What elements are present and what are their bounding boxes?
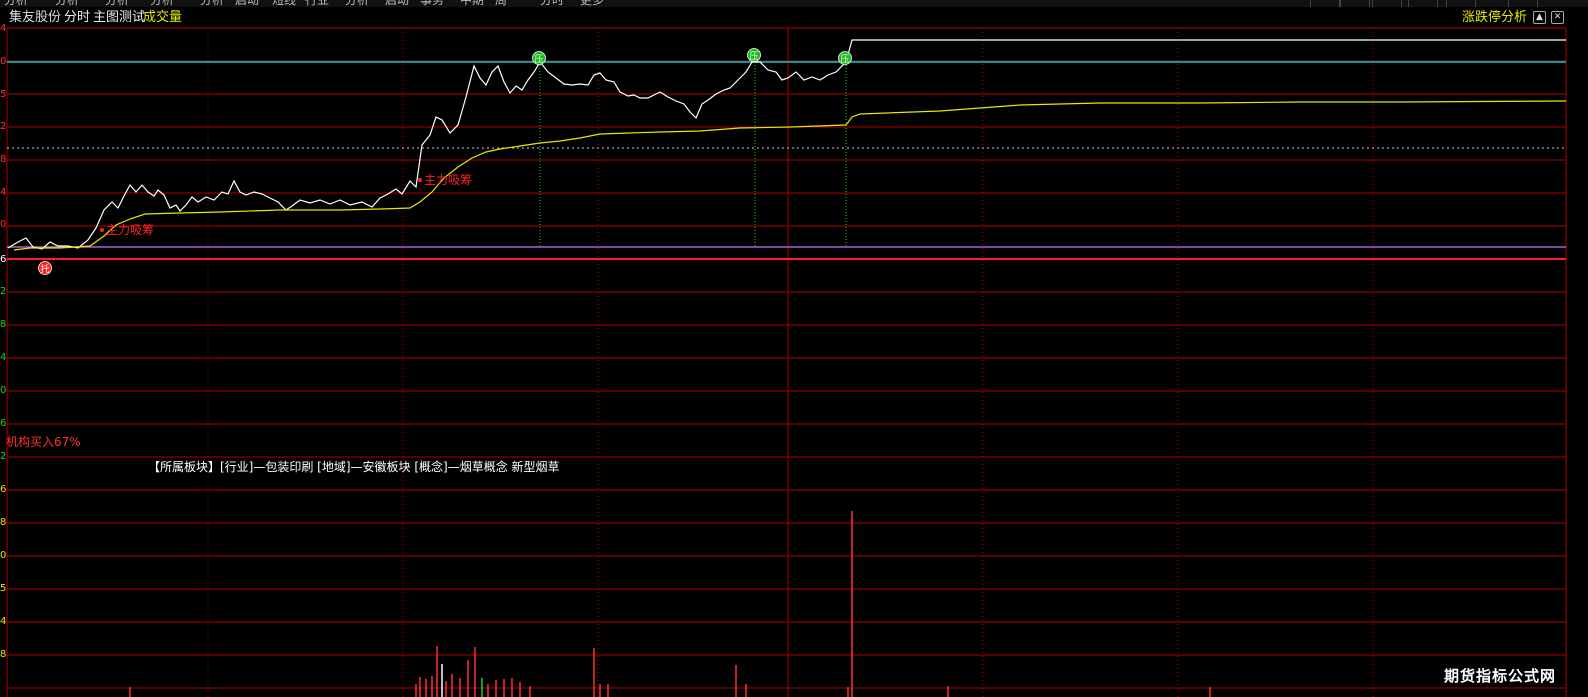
price-axis-label: 5 (0, 89, 7, 100)
lower-axis-label: 4 (0, 616, 7, 627)
price-axis-label: 4 (0, 23, 7, 34)
intraday-chart[interactable]: 压压压托主力吸筹主力吸筹 (0, 0, 1588, 697)
lower-axis-label: 5 (0, 583, 7, 594)
lower-axis-label: 0 (0, 550, 7, 561)
price-axis-label: 6 (0, 254, 7, 265)
price-axis-label: 8 (0, 154, 7, 165)
buy-signal-dot (418, 178, 422, 182)
lower-axis-label: 8 (0, 517, 7, 528)
lower-axis-label: 6 (0, 418, 7, 429)
price-axis-label: 4 (0, 187, 7, 198)
price-axis-label: 0 (0, 56, 7, 67)
lower-axis-label: 8 (0, 649, 7, 660)
buy-signal-label: 主力吸筹 (424, 173, 472, 187)
lower-axis-label: 2 (0, 451, 7, 462)
price-line (7, 39, 1566, 250)
sell-signal-marker-text: 压 (534, 54, 543, 65)
sell-signal-marker-text: 压 (840, 54, 849, 65)
lower-axis-label: 0 (0, 385, 7, 396)
lower-axis-label: 6 (0, 484, 7, 495)
lower-axis-label: 2 (0, 286, 7, 297)
lower-axis-label: 4 (0, 352, 7, 363)
watermark: 期货指标公式网 (1444, 667, 1557, 685)
institution-flow-label: 机构买入67% (6, 435, 81, 449)
buy-signal-marker-text: 托 (40, 263, 49, 275)
sector-info: 【所属板块】[行业]—包装印刷 [地域]—安徽板块 [概念]—烟草概念 新型烟草 (148, 460, 560, 474)
price-axis-label: 2 (0, 121, 7, 132)
price-axis-label: 0 (0, 219, 7, 230)
lower-axis-label: 8 (0, 319, 7, 330)
sell-signal-marker-text: 压 (749, 51, 758, 62)
average-price-line (13, 100, 1567, 251)
buy-signal-label: 主力吸筹 (106, 223, 154, 237)
buy-signal-dot (100, 228, 104, 232)
